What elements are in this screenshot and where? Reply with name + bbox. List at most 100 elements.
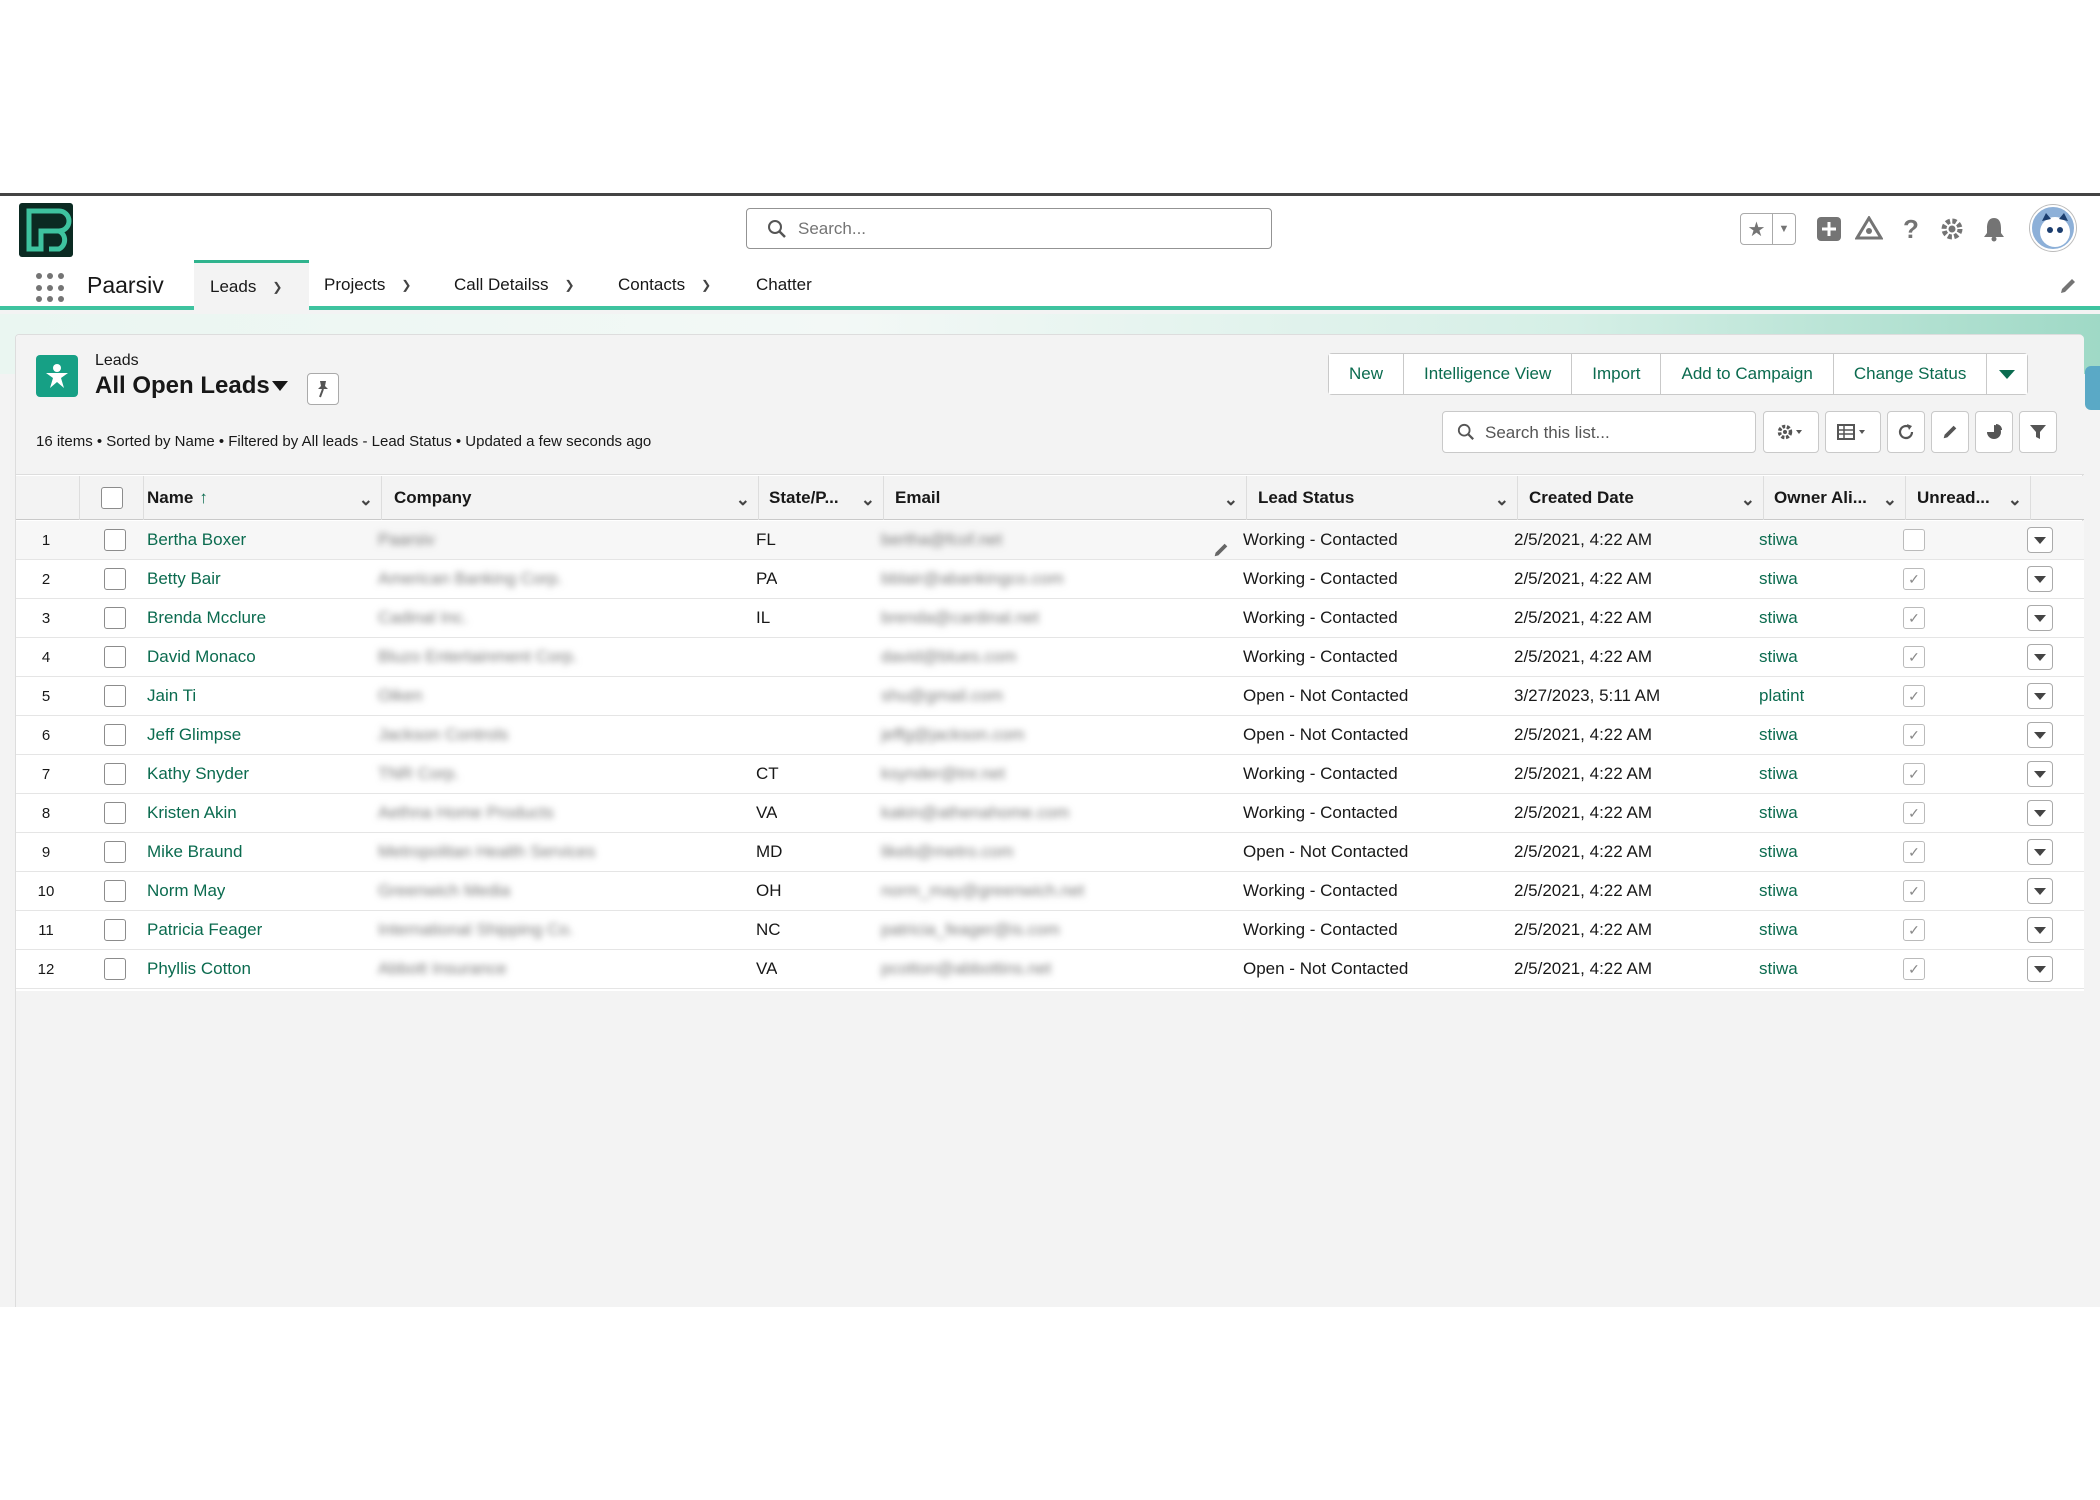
intelligence-view-button[interactable]: Intelligence View xyxy=(1404,354,1573,394)
lead-name-link[interactable]: Jain Ti xyxy=(147,677,196,715)
add-icon[interactable] xyxy=(1815,215,1843,243)
row-checkbox[interactable] xyxy=(104,802,126,824)
trailhead-icon[interactable] xyxy=(1855,215,1883,243)
owner-alias-link[interactable]: stiwa xyxy=(1759,521,1798,559)
chevron-down-icon[interactable]: ⌄ xyxy=(359,490,373,510)
lead-name-link[interactable]: Kathy Snyder xyxy=(147,755,249,793)
row-checkbox[interactable] xyxy=(104,529,126,551)
owner-alias-link[interactable]: stiwa xyxy=(1759,638,1798,676)
chevron-down-icon[interactable]: ⌄ xyxy=(1741,490,1755,510)
bell-icon[interactable] xyxy=(1980,215,2008,243)
chevron-down-icon[interactable]: ❯ xyxy=(401,278,411,292)
tab-call-details[interactable]: Call Detailss ❯ xyxy=(454,260,575,310)
more-actions-button[interactable] xyxy=(1987,354,2028,394)
table-row[interactable]: 5 Jain Ti Oiken shu@gmail.com Open - Not Con… xyxy=(16,677,2084,716)
row-checkbox[interactable] xyxy=(104,763,126,785)
owner-alias-link[interactable]: stiwa xyxy=(1759,950,1798,988)
email-cell[interactable]: patricia_feager@is.com xyxy=(881,911,1060,949)
lead-name-link[interactable]: Mike Braund xyxy=(147,833,242,871)
change-status-button[interactable]: Change Status xyxy=(1833,354,1988,394)
select-all-checkbox[interactable] xyxy=(100,487,123,509)
lead-name-link[interactable]: Betty Bair xyxy=(147,560,221,598)
row-actions-button[interactable] xyxy=(2027,917,2053,943)
chevron-down-icon[interactable]: ⌄ xyxy=(1224,490,1238,510)
table-row[interactable]: 8 Kristen Akin Aethna Home Products VA kakin… xyxy=(16,794,2084,833)
row-actions-button[interactable] xyxy=(2027,605,2053,631)
display-as-button[interactable] xyxy=(1825,411,1881,453)
lead-name-link[interactable]: Jeff Glimpse xyxy=(147,716,241,754)
column-header-unread[interactable]: Unread... ⌄ xyxy=(1906,476,2031,520)
chevron-down-icon[interactable]: ❯ xyxy=(272,280,282,294)
pin-icon[interactable] xyxy=(307,373,339,405)
side-panel-handle[interactable] xyxy=(2085,366,2100,410)
email-cell[interactable]: pcotton@abbottins.net xyxy=(881,950,1051,988)
chevron-down-icon[interactable]: ⌄ xyxy=(861,490,875,510)
row-actions-button[interactable] xyxy=(2027,722,2053,748)
row-actions-button[interactable] xyxy=(2027,566,2053,592)
app-launcher-icon[interactable] xyxy=(36,273,66,303)
email-cell[interactable]: norm_may@greenwich.net xyxy=(881,872,1084,910)
row-checkbox[interactable] xyxy=(104,568,126,590)
owner-alias-link[interactable]: stiwa xyxy=(1759,599,1798,637)
list-settings-button[interactable] xyxy=(1763,411,1819,453)
row-checkbox[interactable] xyxy=(104,724,126,746)
lead-name-link[interactable]: Brenda Mcclure xyxy=(147,599,266,637)
tab-leads[interactable]: Leads ❯ xyxy=(194,260,309,310)
column-header-owner-alias[interactable]: Owner Ali... ⌄ xyxy=(1764,476,1906,520)
owner-alias-link[interactable]: stiwa xyxy=(1759,911,1798,949)
tab-chatter[interactable]: Chatter xyxy=(756,260,812,310)
row-actions-button[interactable] xyxy=(2027,839,2053,865)
chevron-down-icon[interactable]: ❯ xyxy=(564,278,574,292)
column-header-state[interactable]: State/P... ⌄ xyxy=(759,476,884,520)
inline-edit-icon[interactable] xyxy=(1931,411,1969,453)
email-cell[interactable]: brenda@cardinal.net xyxy=(881,599,1039,637)
owner-alias-link[interactable]: platint xyxy=(1759,677,1804,715)
filter-icon[interactable] xyxy=(2019,411,2057,453)
owner-alias-link[interactable]: stiwa xyxy=(1759,755,1798,793)
email-cell[interactable]: ksynder@tnr.net xyxy=(881,755,1005,793)
table-row[interactable]: 7 Kathy Snyder TNR Corp. CT ksynder@tnr.net W… xyxy=(16,755,2084,794)
owner-alias-link[interactable]: stiwa xyxy=(1759,716,1798,754)
owner-alias-link[interactable]: stiwa xyxy=(1759,560,1798,598)
paarsiv-logo[interactable] xyxy=(19,203,73,257)
chevron-down-icon[interactable]: ⌄ xyxy=(736,490,750,510)
chevron-down-icon[interactable]: ⌄ xyxy=(2008,490,2022,510)
column-header-name[interactable]: Name ↑ ⌄ xyxy=(144,476,382,520)
row-checkbox[interactable] xyxy=(104,880,126,902)
help-icon[interactable]: ? xyxy=(1897,214,1925,244)
owner-alias-link[interactable]: stiwa xyxy=(1759,872,1798,910)
new-button[interactable]: New xyxy=(1329,354,1405,394)
column-header-email[interactable]: Email ⌄ xyxy=(884,476,1247,520)
row-checkbox[interactable] xyxy=(104,607,126,629)
list-view-name[interactable]: All Open Leads xyxy=(95,372,270,400)
row-actions-button[interactable] xyxy=(2027,800,2053,826)
list-view-switcher-icon[interactable] xyxy=(272,381,288,391)
table-row[interactable]: 3 Brenda Mcclure Cadinal Inc. IL brenda@card… xyxy=(16,599,2084,638)
favorites-button[interactable]: ★ ▼ xyxy=(1740,213,1796,245)
lead-name-link[interactable]: Kristen Akin xyxy=(147,794,237,832)
email-cell[interactable]: likeb@metro.com xyxy=(881,833,1014,871)
chevron-down-icon[interactable]: ⌄ xyxy=(1883,490,1897,510)
lead-name-link[interactable]: Norm May xyxy=(147,872,225,910)
column-header-lead-status[interactable]: Lead Status ⌄ xyxy=(1247,476,1518,520)
gear-icon[interactable] xyxy=(1938,215,1966,243)
chevron-down-icon[interactable]: ⌄ xyxy=(1495,490,1509,510)
email-cell[interactable]: bblair@abankingco.com xyxy=(881,560,1064,598)
table-row[interactable]: 9 Mike Braund Metropolitan Health Services… xyxy=(16,833,2084,872)
refresh-icon[interactable] xyxy=(1887,411,1925,453)
table-row[interactable]: 10 Norm May Greenwich Media OH norm_may@gree… xyxy=(16,872,2084,911)
column-header-company[interactable]: Company ⌄ xyxy=(382,476,759,520)
tab-projects[interactable]: Projects ❯ xyxy=(324,260,411,310)
row-checkbox[interactable] xyxy=(104,646,126,668)
edit-nav-icon[interactable] xyxy=(2058,276,2078,301)
email-cell[interactable]: kakin@athenahome.com xyxy=(881,794,1069,832)
star-icon[interactable]: ★ xyxy=(1741,214,1773,244)
row-actions-button[interactable] xyxy=(2027,761,2053,787)
row-checkbox[interactable] xyxy=(104,958,126,980)
email-cell[interactable]: bertha@fcof.net xyxy=(881,521,1002,559)
table-row[interactable]: 12 Phyllis Cotton Abbott Insurance VA pcotto… xyxy=(16,950,2084,989)
chevron-down-icon[interactable]: ❯ xyxy=(701,278,711,292)
table-row[interactable]: 2 Betty Bair American Banking Corp. PA bblai… xyxy=(16,560,2084,599)
column-header-created-date[interactable]: Created Date ⌄ xyxy=(1518,476,1764,520)
email-cell[interactable]: david@blues.com xyxy=(881,638,1016,676)
